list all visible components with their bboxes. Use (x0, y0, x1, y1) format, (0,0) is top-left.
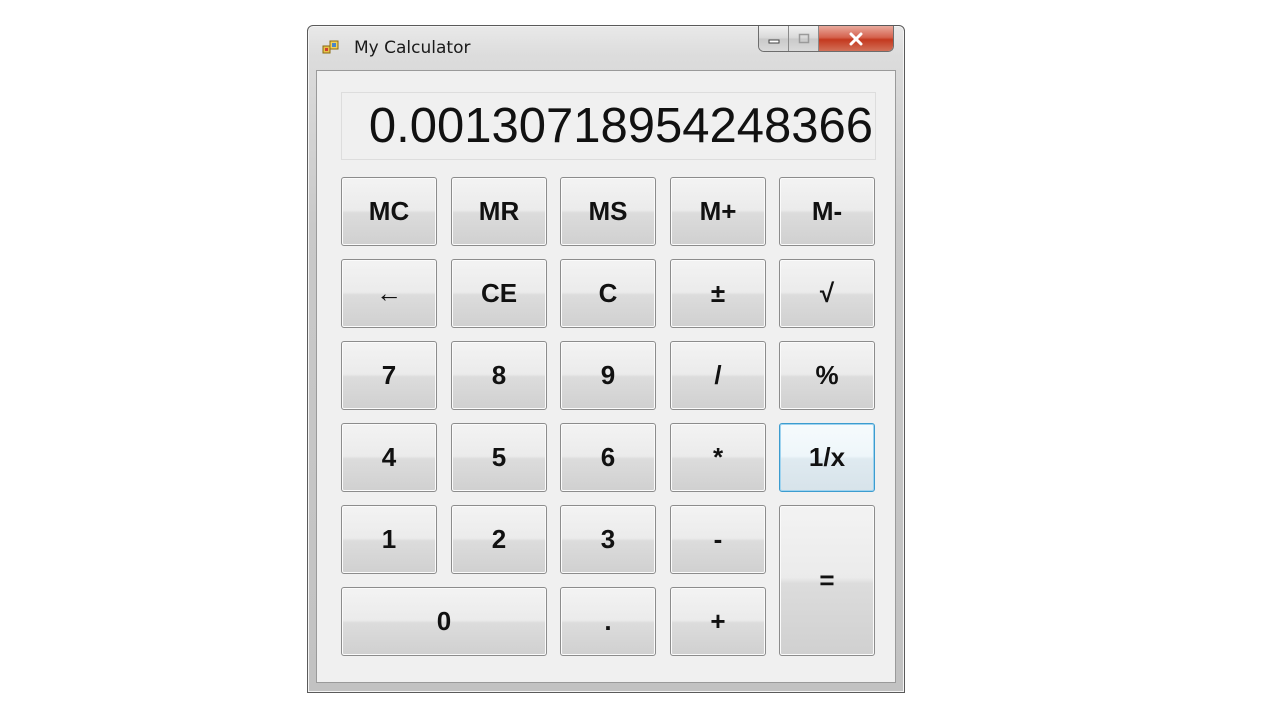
percent-button[interactable]: % (779, 341, 875, 410)
memory-recall-button[interactable]: MR (451, 177, 547, 246)
digit-6-button[interactable]: 6 (560, 423, 656, 492)
add-button[interactable]: + (670, 587, 766, 656)
decimal-point-button[interactable]: . (560, 587, 656, 656)
multiply-button[interactable]: * (670, 423, 766, 492)
square-root-button[interactable]: √ (779, 259, 875, 328)
digit-2-button[interactable]: 2 (451, 505, 547, 574)
subtract-button[interactable]: - (670, 505, 766, 574)
calculator-body: 0.00130718954248366 MC MR MS M+ M- ← CE … (316, 70, 896, 683)
equals-button[interactable]: = (779, 505, 875, 656)
backspace-button[interactable]: ← (341, 259, 437, 328)
result-display: 0.00130718954248366 (341, 92, 876, 160)
reciprocal-button[interactable]: 1/x (779, 423, 875, 492)
digit-5-button[interactable]: 5 (451, 423, 547, 492)
memory-store-button[interactable]: MS (560, 177, 656, 246)
app-window-icon (322, 39, 340, 57)
clear-entry-button[interactable]: CE (451, 259, 547, 328)
caption-buttons (758, 26, 894, 52)
maximize-icon (798, 33, 809, 43)
memory-add-button[interactable]: M+ (670, 177, 766, 246)
close-icon (849, 32, 863, 45)
window-title: My Calculator (354, 38, 471, 58)
minimize-button[interactable] (759, 26, 789, 51)
digit-3-button[interactable]: 3 (560, 505, 656, 574)
clear-button[interactable]: C (560, 259, 656, 328)
digit-1-button[interactable]: 1 (341, 505, 437, 574)
calculator-window: My Calculator 0.00130718954248366 MC MR … (307, 25, 905, 693)
title-bar[interactable]: My Calculator (308, 26, 904, 70)
negate-button[interactable]: ± (670, 259, 766, 328)
digit-9-button[interactable]: 9 (560, 341, 656, 410)
digit-7-button[interactable]: 7 (341, 341, 437, 410)
memory-clear-button[interactable]: MC (341, 177, 437, 246)
digit-4-button[interactable]: 4 (341, 423, 437, 492)
minimize-icon (768, 39, 779, 43)
divide-button[interactable]: / (670, 341, 766, 410)
memory-subtract-button[interactable]: M- (779, 177, 875, 246)
digit-8-button[interactable]: 8 (451, 341, 547, 410)
maximize-button[interactable] (789, 26, 819, 51)
close-button[interactable] (819, 26, 893, 51)
digit-0-button[interactable]: 0 (341, 587, 547, 656)
